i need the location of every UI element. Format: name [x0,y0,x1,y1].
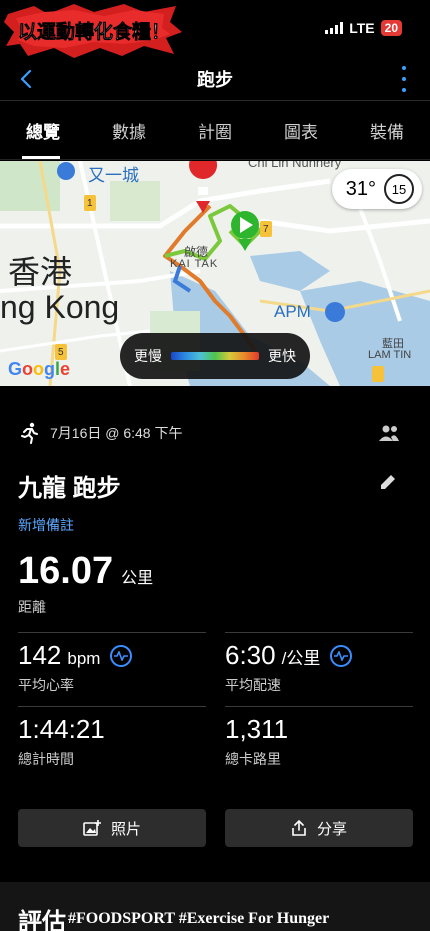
wind-icon: 15 [384,174,414,204]
activity-date: 7月16日 @ 6:48 下午 [50,425,183,441]
total-calories: 1,311 總卡路里 [225,714,288,769]
tab-stats[interactable]: 數據 [86,101,172,159]
tab-laps[interactable]: 計圈 [172,101,258,159]
map-label-festival-walk: 又一城 [88,166,139,185]
activity-date-row: 7月16日 @ 6:48 下午 [18,422,183,444]
total-time-value: 1:44:21 [18,714,105,744]
avg-pace-label: 平均配速 [225,677,281,693]
map-label-hong-kong-en: ng Kong [0,289,120,325]
divider [225,632,413,633]
evaluation-section: 評估 #FOODSPORT #Exercise For Hunger [0,882,430,931]
divider [18,706,206,707]
more-options-icon[interactable] [400,66,408,92]
add-note-link[interactable]: 新增備註 [18,515,74,535]
edit-pencil-icon[interactable] [378,472,398,492]
tab-charts[interactable]: 圖表 [258,101,344,159]
tab-gear[interactable]: 裝備 [344,101,430,159]
people-icon[interactable] [378,424,400,442]
map-label-chi-lin: Chi Lin Nunnery [248,161,342,170]
total-time: 1:44:21 總計時間 [18,714,105,769]
route-badge-7: 7 [263,224,269,235]
avg-pace: 6:30 /公里 平均配速 [225,640,353,695]
battery-icon: 20 [380,20,402,36]
photos-label: 照片 [110,820,141,838]
status-bar: 以運動轉化食糧！ LTE 20 [0,0,430,58]
avg-hr-label: 平均心率 [18,677,74,693]
heart-rate-icon[interactable] [110,644,133,667]
map-label-hong-kong-cn: 香港 [8,254,73,290]
total-time-label: 總計時間 [18,751,74,767]
map-label-kai-tak-en: KAI TAK [170,258,219,270]
route-map[interactable]: 又一城 Chi Lin Nunnery 香港 ng Kong 啟德 KAI TA… [0,161,430,386]
distance-unit: 公里 [121,570,154,587]
nav-bar: 跑步 [0,58,430,100]
tab-overview[interactable]: 總覽 [0,101,86,159]
pace-gradient-bar [171,352,259,360]
google-attribution: Google [8,359,71,379]
map-label-apm: APM [274,302,311,321]
pace-legend: 更慢 更快 [120,333,310,379]
map-label-lam-tin-en: LAM TIN [368,349,412,361]
photos-button[interactable]: 照片 [18,809,206,847]
avg-heart-rate: 142 bpm 平均心率 [18,640,133,695]
tab-bar: 總覽 數據 計圈 圖表 裝備 [0,100,430,160]
weather-pill: 31° 15 [331,169,422,209]
back-arrow-icon[interactable] [12,64,42,94]
end-marker-icon [189,161,218,179]
foodsport-logo: 以運動轉化食糧！ [4,4,182,58]
avg-pace-value: 6:30 [225,640,276,670]
share-icon [292,820,306,836]
running-icon [21,422,38,444]
pace-fast-label: 更快 [268,348,296,364]
add-photo-icon [83,820,101,836]
divider [225,706,413,707]
status-indicators: LTE 20 [325,20,402,36]
route-badge-5: 5 [58,347,64,358]
calories-label: 總卡路里 [225,751,281,767]
avg-pace-unit: /公里 [281,649,321,668]
logo-text: 以運動轉化食糧！ [18,20,170,43]
share-button[interactable]: 分享 [225,809,413,847]
share-label: 分享 [316,820,347,838]
avg-hr-value: 142 [18,640,62,670]
signal-icon [325,22,344,34]
distance-number: 16.07 [18,550,114,592]
pace-slow-label: 更慢 [134,348,162,364]
avg-hr-unit: bpm [67,649,101,668]
network-type: LTE [349,20,375,36]
divider [18,632,206,633]
evaluation-title: 評估 [18,909,66,931]
activity-name: 九龍 跑步 [18,475,121,502]
route-badge-1: 1 [87,198,93,209]
calories-value: 1,311 [225,714,289,744]
page-title: 跑步 [197,70,233,90]
distance-value: 16.07 公里 [18,550,153,593]
distance-label: 距離 [18,599,46,615]
pace-chart-icon[interactable] [330,644,353,667]
temperature: 31° [345,177,376,200]
foodsport-hashtag: #FOODSPORT #Exercise For Hunger [68,910,330,927]
